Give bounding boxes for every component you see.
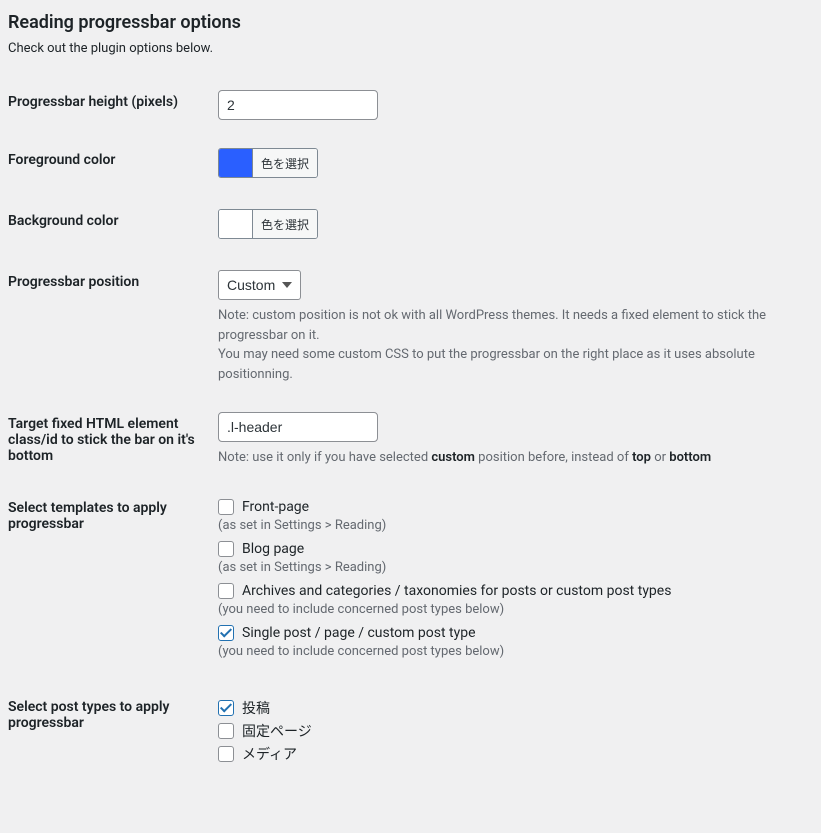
label-background: Background color bbox=[8, 195, 218, 256]
foreground-swatch bbox=[219, 149, 253, 177]
template-frontpage-hint: (as set in Settings > Reading) bbox=[218, 518, 803, 533]
template-archives-label: Archives and categories / taxonomies for… bbox=[242, 583, 671, 599]
position-select[interactable]: Custom bbox=[218, 270, 301, 300]
posttype-post-checkbox[interactable] bbox=[218, 700, 234, 716]
template-blog-checkbox[interactable] bbox=[218, 541, 234, 557]
page-subtitle: Check out the plugin options below. bbox=[8, 41, 813, 56]
posttype-media-label: メディア bbox=[242, 744, 297, 764]
template-single-label: Single post / page / custom post type bbox=[242, 625, 476, 641]
foreground-color-picker[interactable]: 色を選択 bbox=[218, 148, 318, 178]
settings-table: Progressbar height (pixels) Foreground c… bbox=[8, 76, 813, 781]
height-input[interactable] bbox=[218, 90, 378, 120]
target-input[interactable] bbox=[218, 412, 378, 442]
templates-group: Front-page (as set in Settings > Reading… bbox=[218, 482, 813, 681]
target-note: Note: use it only if you have selected c… bbox=[218, 448, 803, 468]
template-single-hint: (you need to include concerned post type… bbox=[218, 644, 803, 659]
position-note-2: You may need some custom CSS to put the … bbox=[218, 345, 803, 384]
template-blog-label: Blog page bbox=[242, 541, 304, 557]
template-single-checkbox[interactable] bbox=[218, 625, 234, 641]
background-color-picker[interactable]: 色を選択 bbox=[218, 209, 318, 239]
posttype-page-checkbox[interactable] bbox=[218, 723, 234, 739]
label-templates: Select templates to apply progressbar bbox=[8, 482, 218, 681]
template-archives-checkbox[interactable] bbox=[218, 583, 234, 599]
background-color-button-label: 色を選択 bbox=[253, 210, 317, 238]
foreground-color-button-label: 色を選択 bbox=[253, 149, 317, 177]
posttype-page-label: 固定ページ bbox=[242, 721, 312, 741]
label-height: Progressbar height (pixels) bbox=[8, 76, 218, 134]
background-swatch bbox=[219, 210, 253, 238]
label-position: Progressbar position bbox=[8, 256, 218, 398]
template-blog-hint: (as set in Settings > Reading) bbox=[218, 560, 803, 575]
posttype-post-label: 投稿 bbox=[242, 698, 270, 718]
label-foreground: Foreground color bbox=[8, 134, 218, 195]
template-archives-hint: (you need to include concerned post type… bbox=[218, 602, 803, 617]
label-posttypes: Select post types to apply progressbar bbox=[8, 681, 218, 781]
position-note-1: Note: custom position is not ok with all… bbox=[218, 306, 803, 345]
posttype-media-checkbox[interactable] bbox=[218, 746, 234, 762]
label-target: Target fixed HTML element class/id to st… bbox=[8, 398, 218, 482]
page-title: Reading progressbar options bbox=[8, 12, 813, 33]
template-frontpage-checkbox[interactable] bbox=[218, 499, 234, 515]
template-frontpage-label: Front-page bbox=[242, 499, 309, 515]
posttypes-group: 投稿 固定ページ メディア bbox=[218, 681, 813, 781]
